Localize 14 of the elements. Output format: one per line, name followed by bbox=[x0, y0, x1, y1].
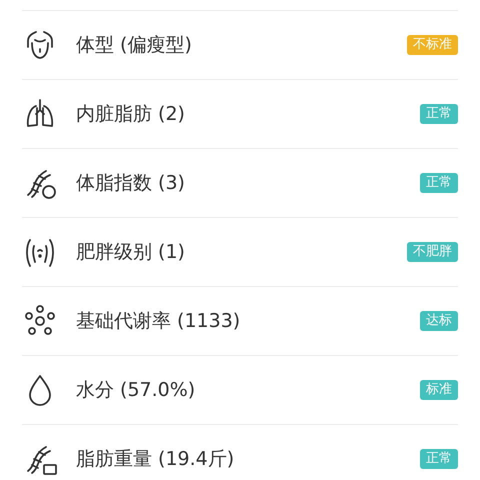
status-tag: 不标准 bbox=[407, 35, 458, 55]
status-tag: 标准 bbox=[420, 380, 458, 400]
metric-label: 体型 (偏瘦型) bbox=[76, 33, 193, 58]
status-tag: 达标 bbox=[420, 311, 458, 331]
metric-label: 肥胖级别 (1) bbox=[76, 240, 186, 265]
status-tag: 正常 bbox=[420, 449, 458, 469]
status-tag: 正常 bbox=[420, 173, 458, 193]
status-tag: 正常 bbox=[420, 104, 458, 124]
metric-label: 水分 (57.0%) bbox=[76, 378, 196, 403]
metric-label: 脂肪重量 (19.4斤) bbox=[76, 447, 236, 472]
metric-label: 内脏脂肪 (2) bbox=[76, 102, 186, 127]
status-tag: 不肥胖 bbox=[407, 242, 458, 262]
metric-label: 基础代谢率 (1133) bbox=[76, 309, 242, 334]
metric-label: 体脂指数 (3) bbox=[76, 171, 186, 196]
